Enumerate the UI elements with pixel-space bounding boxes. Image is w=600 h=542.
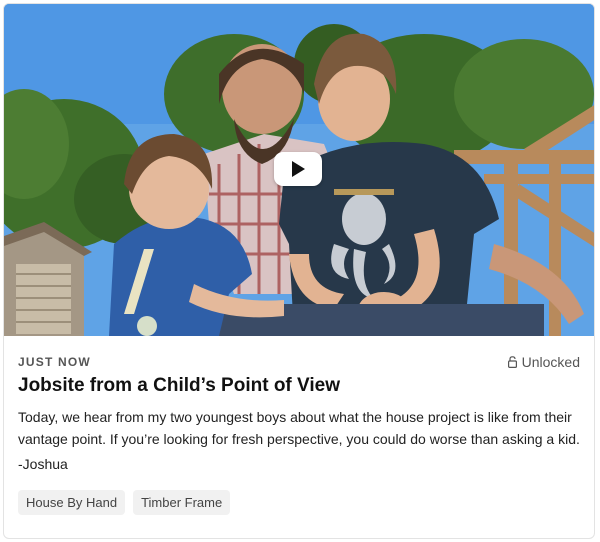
- access-status: Unlocked: [507, 354, 580, 370]
- post-meta: JUST NOW Unlocked: [18, 354, 580, 370]
- play-button[interactable]: [274, 152, 322, 186]
- post-timestamp: JUST NOW: [18, 355, 91, 369]
- tag-house-by-hand[interactable]: House By Hand: [18, 490, 126, 515]
- play-icon: [292, 161, 305, 177]
- post-title[interactable]: Jobsite from a Child’s Point of View: [18, 375, 580, 397]
- unlock-icon: [507, 356, 517, 368]
- tag-list: House By Hand Timber Frame: [18, 490, 231, 515]
- post-description: Today, we hear from my two youngest boys…: [18, 409, 580, 447]
- video-thumbnail[interactable]: [4, 4, 594, 336]
- post-signature: -Joshua: [18, 456, 68, 472]
- tag-timber-frame[interactable]: Timber Frame: [133, 490, 231, 515]
- post-card[interactable]: JUST NOW Unlocked Jobsite from a Child’s…: [3, 3, 595, 539]
- access-status-label: Unlocked: [521, 354, 580, 370]
